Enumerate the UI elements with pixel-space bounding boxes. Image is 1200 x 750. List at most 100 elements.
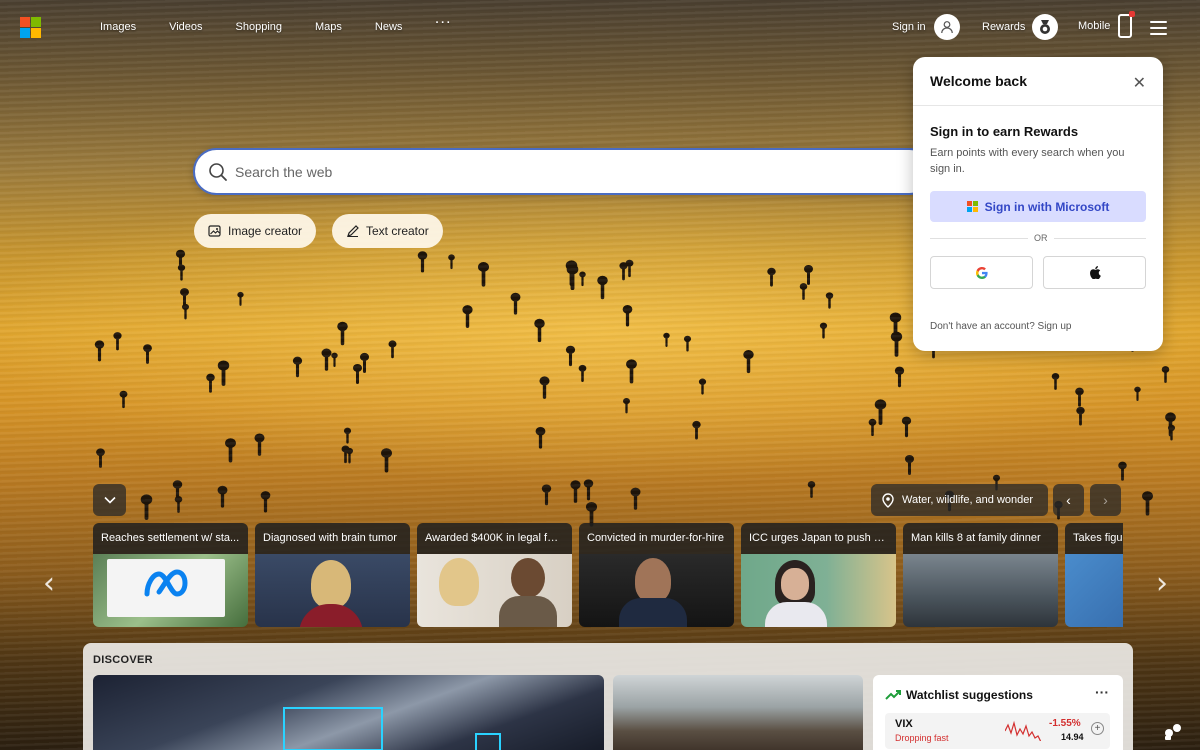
flamingo-silhouette xyxy=(293,356,303,378)
search-input[interactable] xyxy=(235,160,895,184)
image-creator-button[interactable]: Image creator xyxy=(194,214,317,248)
collapse-feed-button[interactable] xyxy=(93,484,126,516)
news-carousel: Reaches settlement w/ sta... Diagnosed w… xyxy=(93,523,1123,627)
discover-section: DISCOVER Watchlist suggestions ··· VIX D… xyxy=(83,643,1133,750)
flamingo-silhouette xyxy=(96,448,106,468)
flamingo-silhouette xyxy=(321,348,332,372)
rewards-button[interactable]: Rewards xyxy=(982,14,1059,40)
close-icon[interactable]: ✕ xyxy=(1133,73,1146,93)
nav-maps[interactable]: Maps xyxy=(315,21,342,33)
rewards-medal-icon xyxy=(1032,14,1059,40)
flamingo-silhouette xyxy=(799,282,807,300)
news-card[interactable]: Takes figur xyxy=(1065,523,1123,627)
news-image xyxy=(1065,554,1123,627)
flamingo-silhouette xyxy=(869,418,877,436)
discover-image[interactable] xyxy=(613,675,863,750)
flamingo-silhouette xyxy=(1118,461,1127,481)
carousel-next-icon[interactable]: › xyxy=(1156,566,1168,601)
news-image xyxy=(417,554,572,627)
news-card[interactable]: Awarded $400K in legal fees xyxy=(417,523,572,627)
sign-up-link[interactable]: Don't have an account? Sign up xyxy=(930,321,1071,332)
nav-news[interactable]: News xyxy=(375,21,403,33)
flamingo-silhouette xyxy=(1076,406,1086,426)
flamingo-silhouette xyxy=(1141,491,1153,516)
news-card[interactable]: Man kills 8 at family dinner xyxy=(903,523,1058,627)
flamingo-silhouette xyxy=(623,305,633,327)
nav-images[interactable]: Images xyxy=(100,21,136,33)
sign-in-microsoft-button[interactable]: Sign in with Microsoft xyxy=(930,191,1146,222)
flamingo-silhouette xyxy=(172,480,182,502)
apple-logo-icon xyxy=(1089,266,1101,279)
flamingo-silhouette xyxy=(388,340,397,359)
search-box[interactable] xyxy=(193,148,933,195)
flamingo-silhouette xyxy=(462,304,473,328)
flamingo-silhouette xyxy=(570,480,581,504)
stock-trend-label: Dropping fast xyxy=(895,733,949,743)
google-sign-in-button[interactable] xyxy=(930,256,1033,289)
watchlist-row[interactable]: VIX Dropping fast -1.55% 14.94 + xyxy=(885,713,1110,749)
news-card[interactable]: ICC urges Japan to push b... xyxy=(741,523,896,627)
text-creator-button[interactable]: Text creator xyxy=(332,214,443,248)
more-options-icon[interactable]: ··· xyxy=(1095,684,1109,700)
flamingo-silhouette xyxy=(119,390,127,409)
flamingo-silhouette xyxy=(217,485,228,508)
sparkline-icon xyxy=(1005,720,1041,741)
flamingo-silhouette xyxy=(418,251,428,273)
location-pin-icon xyxy=(882,492,894,508)
chevron-down-icon xyxy=(103,496,116,504)
more-icon[interactable]: ··· xyxy=(435,17,452,33)
news-card[interactable]: Diagnosed with brain tumor xyxy=(255,523,410,627)
flamingo-silhouette xyxy=(579,271,586,287)
popup-header: Welcome back ✕ xyxy=(913,57,1163,106)
stock-price: 14.94 xyxy=(1061,732,1084,742)
flamingo-silhouette xyxy=(178,264,186,282)
user-avatar-icon xyxy=(933,14,960,40)
stock-symbol: VIX xyxy=(895,718,913,730)
discover-image[interactable] xyxy=(93,675,604,750)
feedback-icon[interactable] xyxy=(1163,722,1183,740)
news-card[interactable]: Convicted in murder-for-hire xyxy=(579,523,734,627)
image-creator-label: Image creator xyxy=(228,224,303,238)
news-caption: Convicted in murder-for-hire xyxy=(579,523,734,554)
flamingo-silhouette xyxy=(622,398,630,414)
image-creator-icon xyxy=(208,225,221,237)
chevron-left-icon: ‹ xyxy=(1066,492,1071,508)
sign-in-button[interactable]: Sign in xyxy=(892,14,960,40)
flamingo-silhouette xyxy=(1165,412,1176,437)
mobile-button[interactable]: Mobile xyxy=(1078,11,1136,38)
flamingo-silhouette xyxy=(820,322,828,339)
flamingo-silhouette xyxy=(891,331,903,357)
news-image xyxy=(255,554,410,627)
news-caption: Diagnosed with brain tumor xyxy=(255,523,410,554)
top-bar: Images Videos Shopping Maps News ··· Sig… xyxy=(0,0,1200,56)
popup-heading: Sign in to earn Rewards xyxy=(930,124,1079,139)
flamingo-silhouette xyxy=(565,345,576,367)
next-image-button[interactable]: › xyxy=(1090,484,1121,516)
carousel-prev-icon[interactable]: ‹ xyxy=(43,566,55,601)
flamingo-silhouette xyxy=(901,416,911,438)
flamingo-silhouette xyxy=(825,291,834,309)
rewards-label: Rewards xyxy=(982,21,1026,33)
microsoft-logo-icon[interactable] xyxy=(20,17,41,38)
apple-sign-in-button[interactable] xyxy=(1043,256,1146,289)
add-to-watchlist-icon[interactable]: + xyxy=(1091,722,1104,735)
news-image xyxy=(903,554,1058,627)
image-info-button[interactable]: Water, wildlife, and wonder xyxy=(871,484,1048,516)
google-logo-icon xyxy=(975,266,988,279)
popup-title: Welcome back xyxy=(930,73,1028,89)
flamingo-silhouette xyxy=(510,292,521,315)
flamingo-silhouette xyxy=(254,433,265,456)
flamingo-silhouette xyxy=(345,447,354,464)
news-card[interactable]: Reaches settlement w/ sta... xyxy=(93,523,248,627)
nav-videos[interactable]: Videos xyxy=(169,21,202,33)
flamingo-silhouette xyxy=(889,312,901,338)
menu-icon[interactable] xyxy=(1150,21,1167,35)
flamingo-silhouette xyxy=(143,343,153,364)
previous-image-button[interactable]: ‹ xyxy=(1053,484,1084,516)
flamingo-silhouette xyxy=(578,364,587,382)
phone-icon xyxy=(1118,11,1136,38)
news-image xyxy=(93,554,248,627)
nav-shopping[interactable]: Shopping xyxy=(236,21,283,33)
flamingo-silhouette xyxy=(1162,366,1170,384)
flamingo-silhouette xyxy=(565,260,578,287)
